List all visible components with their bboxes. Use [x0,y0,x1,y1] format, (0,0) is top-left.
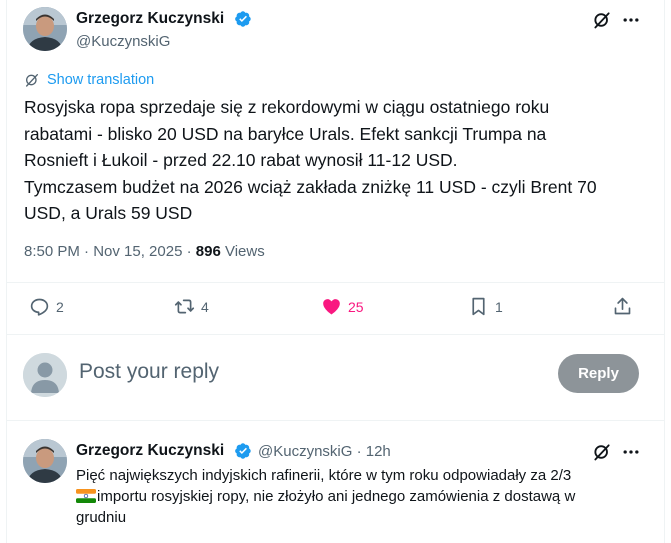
tweet-line: Rosyjska ropa sprzedaje się z rekordowym… [24,97,550,117]
repost-count: 4 [201,298,209,315]
views-count: 896 [195,243,221,260]
timestamp[interactable]: 8:50 PM · Nov 15, 2025 · [24,243,196,260]
divider [7,282,664,283]
tweet-line: USD, a Urals 59 USD [24,203,193,223]
reply-icon [30,298,49,316]
india-flag-emoji [76,489,96,503]
verified-badge-icon [235,443,251,459]
share-action[interactable] [612,296,633,317]
tweet-line: Tymczasem budżet na 2026 wciąż zakłada z… [24,176,597,197]
heart-icon [323,299,340,315]
more-icon[interactable] [620,9,642,31]
more-icon[interactable] [620,441,642,463]
reply-line: importu rosyjskiej ropy, nie złożyło ani… [97,488,576,505]
reply-line-2: importu rosyjskiej ropy, nie złożyło ani… [76,486,656,507]
views-label: Views [220,243,265,260]
tweet-body: Rosyjska ropa sprzedaje się z rekordowym… [24,94,654,227]
reply-line: Pięć największych indyjskich rafinerii, … [76,467,572,484]
reply-tweet-body: Pięć największych indyjskich rafinerii, … [76,465,656,528]
verified-badge-icon [235,11,251,27]
reply-button[interactable]: Reply [558,354,639,393]
reply-input[interactable]: Post your reply [79,360,219,384]
bookmark-icon [472,297,485,316]
translate-icon [26,74,38,87]
share-icon [614,297,631,315]
tweet-line: Rosnieft i Łukoil - przed 22.10 rabat wy… [24,150,458,170]
divider [7,334,664,335]
reply-count: 2 [56,298,64,315]
repost-action[interactable]: 4 [174,296,209,317]
bookmark-action[interactable]: 1 [468,296,503,317]
author-name[interactable]: Grzegorz Kuczynski [76,10,224,28]
tweet-meta: 8:50 PM · Nov 15, 2025 · 896 Views [24,243,265,260]
show-translation-label[interactable]: Show translation [47,72,154,88]
repost-icon [174,299,195,314]
show-translation-link[interactable]: Show translation [24,72,154,88]
reply-author-avatar[interactable] [23,439,67,483]
like-count: 25 [348,298,364,315]
current-user-avatar[interactable] [23,353,67,397]
reply-line: grudniu [76,509,127,526]
like-action[interactable]: 25 [321,296,364,317]
divider [7,420,664,421]
reply-author-name[interactable]: Grzegorz Kuczynski [76,442,224,460]
grok-icon[interactable] [591,9,613,31]
reply-action[interactable]: 2 [29,296,64,317]
author-handle[interactable]: @KuczynskiG [76,33,170,50]
author-avatar[interactable] [23,7,67,51]
reply-handle-time[interactable]: @KuczynskiG · 12h [258,443,391,460]
bookmark-count: 1 [495,298,503,315]
grok-icon[interactable] [591,441,613,463]
tweet-line: rabatami - blisko 20 USD na baryłce Ural… [24,123,547,144]
